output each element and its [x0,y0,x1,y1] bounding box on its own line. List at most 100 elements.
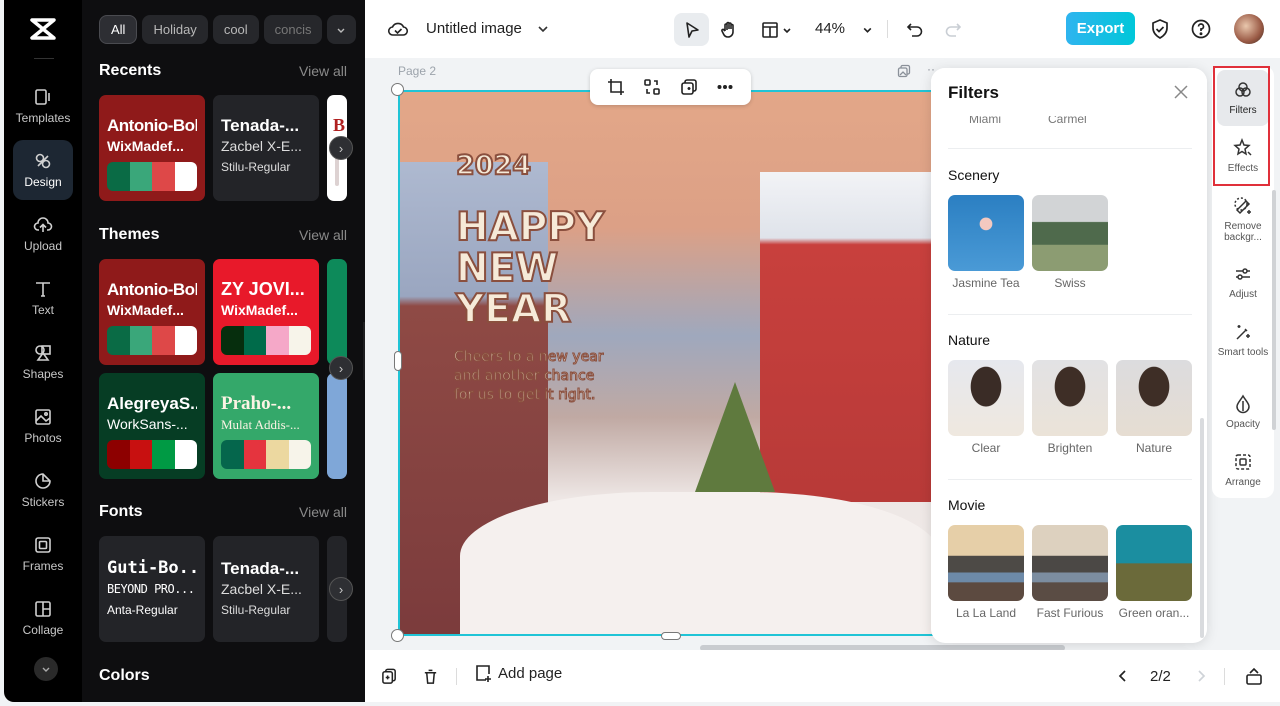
filter-thumb-la-la-land[interactable] [948,525,1024,601]
design-icon [35,153,51,169]
filter-label: Green oran... [1118,606,1190,620]
help-icon[interactable] [1190,18,1212,40]
theme-card[interactable]: ZY JOVI... WixMadef... [213,259,319,365]
resize-handle-top-left[interactable] [391,83,404,96]
filter-thumb-brighten[interactable] [1032,360,1108,436]
left-rail: Templates Design Upload Text Shapes Phot… [4,0,82,702]
cloud-saved-icon[interactable] [387,18,409,40]
filter-label: La La Land [955,606,1017,620]
rail-item-text[interactable]: Text [13,268,73,328]
chip-concise[interactable]: concis [263,15,322,44]
zoom-level[interactable]: 44% [815,20,845,37]
theme-card[interactable]: Praho-... Mulat Addis-... [213,373,319,479]
font-card[interactable]: Guti-Bo... BEYOND PRO... Anta-Regular [99,536,205,642]
filters-scrollbar[interactable] [1200,418,1204,638]
rail-adjust-button[interactable]: Adjust [1217,264,1269,300]
rail-opacity-button[interactable]: Opacity [1217,394,1269,430]
filter-thumb-nature[interactable] [1116,360,1192,436]
artboard-image[interactable]: 2024 HAPPY NEW YEAR Cheers to a new year… [398,90,938,636]
pages-panel-icon[interactable] [1245,667,1263,685]
rail-item-frames[interactable]: Frames [13,524,73,584]
rail-item-upload[interactable]: Upload [13,204,73,264]
rail-item-stickers[interactable]: Stickers [13,460,73,520]
theme-card[interactable]: Antonio-Bold WixMadef... [99,259,205,365]
rail-item-design[interactable]: Design [13,140,73,200]
hand-tool-button[interactable] [712,13,746,46]
pointer-icon [685,21,699,38]
resize-handle-bottom-left[interactable] [391,629,404,642]
add-page-button[interactable]: Add page [474,664,562,682]
themes-view-all[interactable]: View all [299,227,347,243]
rail-item-label: Upload [23,239,63,253]
chip-all[interactable]: All [99,15,138,44]
chips-more-button[interactable] [326,15,356,44]
theme-card-partial[interactable] [327,259,347,365]
chip-cool[interactable]: cool [212,15,259,44]
user-avatar[interactable] [1234,14,1264,44]
color-swatches [107,162,197,191]
filter-thumb-swiss[interactable] [1032,195,1108,271]
select-tool-button[interactable] [674,13,709,46]
color-swatches [221,440,311,469]
undo-button[interactable] [903,13,927,46]
shield-check-icon[interactable] [1149,18,1171,40]
recent-card[interactable]: Tenada-... Zacbel X-E... Stilu-Regular [213,95,319,201]
fonts-view-all[interactable]: View all [299,504,347,520]
art-message[interactable]: Cheers to a new year and another chance … [454,348,605,405]
next-page-icon[interactable] [1195,669,1207,683]
chip-holiday[interactable]: Holiday [142,15,208,44]
fonts-next-button[interactable]: › [329,577,353,601]
opacity-icon [1236,394,1250,414]
filter-label: Swiss [1054,276,1086,290]
rail-more-button[interactable] [34,657,58,681]
duplicate-icon[interactable] [680,78,698,96]
trash-icon[interactable] [422,668,439,685]
rail-item-collage[interactable]: Collage [13,588,73,648]
close-icon[interactable] [1173,84,1189,100]
page-duplicate-icon[interactable] [897,64,911,78]
filter-thumb-jasmine-tea[interactable] [948,195,1024,271]
photos-icon [35,409,51,425]
crop-icon[interactable] [607,78,625,96]
smart-tools-icon [1236,325,1250,340]
resize-handle-left[interactable] [394,351,402,371]
rail-smart-tools-button[interactable]: Smart tools [1217,322,1269,358]
rail-arrange-button[interactable]: Arrange [1217,452,1269,488]
zoom-chevron-down-icon[interactable] [862,24,873,35]
right-rail-scrollbar[interactable] [1272,190,1276,430]
rail-item-photos[interactable]: Photos [13,396,73,456]
duplicate-page-icon[interactable] [381,668,398,685]
document-title[interactable]: Untitled image [426,20,522,37]
replace-icon[interactable] [643,78,661,96]
rail-item-templates[interactable]: Templates [13,76,73,136]
effects-icon [1233,138,1252,156]
filter-thumb-clear[interactable] [948,360,1024,436]
divider [456,668,457,685]
filter-thumb-fast-furious[interactable] [1032,525,1108,601]
rail-item-shapes[interactable]: Shapes [13,332,73,392]
font-card[interactable]: Tenada-... Zacbel X-E... Stilu-Regular [213,536,319,642]
capcut-logo-icon[interactable] [28,14,58,44]
more-icon[interactable] [716,78,734,96]
redo-button[interactable] [941,13,965,46]
prev-page-icon[interactable] [1117,669,1129,683]
filter-chips: All Holiday cool concis [99,15,356,44]
art-headline[interactable]: HAPPY NEW YEAR [455,206,605,331]
recents-view-all[interactable]: View all [299,63,347,79]
chevron-down-icon[interactable] [537,23,549,35]
remove-background-icon [1234,197,1251,215]
export-button[interactable]: Export [1066,12,1135,45]
redo-icon [945,22,962,37]
art-year-text[interactable]: 2024 [455,149,532,182]
rail-effects-button[interactable]: Effects [1217,138,1269,174]
layout-tool-button[interactable] [755,13,797,46]
recents-next-button[interactable]: › [329,136,353,160]
themes-next-button[interactable]: › [329,356,353,380]
resize-handle-bottom[interactable] [661,632,681,640]
rail-remove-background-button[interactable]: Remove backgr... [1217,196,1269,243]
recent-card[interactable]: Antonio-Bold WixMadef... [99,95,205,201]
theme-card-partial[interactable] [327,373,347,479]
rail-filters-button[interactable]: Filters [1217,70,1269,126]
theme-card[interactable]: AlegreyaS... WorkSans-... [99,373,205,479]
filter-thumb-green-orange[interactable] [1116,525,1192,601]
